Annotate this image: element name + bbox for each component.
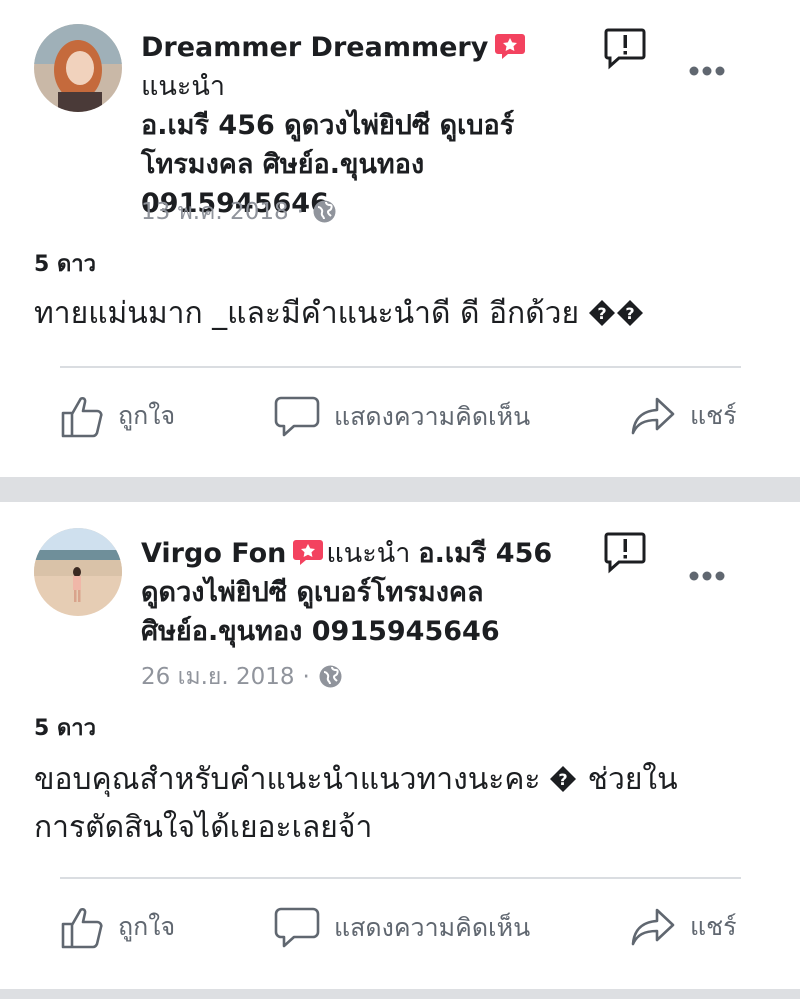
post-date[interactable]: 13 พ.ค. 2018 [141, 199, 289, 225]
post-header: Virgo Fon แนะนำ อ.เมรี 456 ดูดวงไพ่ยิปซี ด… [141, 534, 581, 651]
like-icon [61, 907, 103, 949]
divider [60, 877, 741, 879]
like-button[interactable]: ถูกใจ [60, 904, 175, 950]
comment-label: แสดงความคิดเห็น [334, 913, 531, 942]
review-line-1: ทายแม่นมาก _และมีคำแนะนำดี ดี อีกด้วย [34, 296, 580, 331]
review-post-1: Dreammer Dreammery แนะนำ อ.เมรี 456 ดูดวง… [0, 0, 800, 477]
comment-icon [274, 907, 320, 948]
share-icon [631, 908, 675, 946]
recommend-label: แนะนำ [141, 71, 225, 102]
share-button[interactable]: แชร์ [630, 906, 737, 948]
rating: 5 ดาว [34, 252, 96, 277]
question-mark-icon: ? [550, 759, 577, 792]
comment-button[interactable]: แสดงความคิดเห็น [274, 906, 530, 950]
post-header: Dreammer Dreammery แนะนำ อ.เมรี 456 ดูดวง… [141, 28, 571, 223]
rating: 5 ดาว [34, 716, 96, 741]
post-meta: 26 เม.ย. 2018 · [141, 662, 343, 692]
review-line-1-tail: ช่วยใน [587, 762, 678, 797]
page-name-line-2[interactable]: ศิษย์อ.ขุนทอง 0915945646 [141, 616, 500, 647]
report-icon[interactable] [603, 26, 647, 70]
review-line-1: ขอบคุณสำหรับคำแนะนำแนวทางนะคะ [34, 762, 541, 797]
share-icon [631, 397, 675, 435]
question-mark-icon: ? [588, 293, 615, 326]
page-name-line-1[interactable]: อ.เมรี 456 ดูดวงไพ่ยิปซี ดูเบอร์ [141, 110, 514, 141]
review-line-2: การตัดสินใจได้เยอะเลยจ้า [34, 810, 373, 845]
page-name-line-1[interactable]: ดูดวงไพ่ยิปซี ดูเบอร์โทรมงคล [141, 577, 483, 608]
author-name[interactable]: Dreammer Dreammery [141, 32, 488, 63]
comment-button[interactable]: แสดงความคิดเห็น [274, 395, 530, 439]
question-mark-icon: ? [616, 293, 643, 326]
comment-icon [274, 396, 320, 437]
post-meta: 13 พ.ค. 2018 · [141, 197, 337, 227]
review-text: ขอบคุณสำหรับคำแนะนำแนวทางนะคะ ? ช่วยใน ก… [34, 756, 764, 852]
review-post-2: Virgo Fon แนะนำ อ.เมรี 456 ดูดวงไพ่ยิปซี ด… [0, 502, 800, 989]
globe-icon [312, 199, 337, 224]
more-icon[interactable] [688, 62, 726, 76]
like-icon [61, 396, 103, 438]
avatar[interactable] [34, 528, 122, 616]
post-separator [0, 477, 800, 502]
report-icon[interactable] [603, 530, 647, 574]
meta-separator: · [302, 664, 310, 690]
like-label: ถูกใจ [118, 912, 176, 941]
more-icon[interactable] [688, 567, 726, 581]
globe-icon [318, 664, 343, 689]
author-name[interactable]: Virgo Fon [141, 538, 286, 569]
recommend-label: แนะนำ [326, 538, 411, 569]
page-name-inline[interactable]: อ.เมรี 456 [418, 538, 552, 569]
recommend-badge-icon [292, 537, 324, 565]
share-label: แชร์ [690, 912, 737, 941]
share-button[interactable]: แชร์ [630, 395, 737, 437]
divider [60, 366, 741, 368]
svg-text:?: ? [625, 304, 634, 323]
svg-text:?: ? [558, 770, 567, 789]
comment-label: แสดงความคิดเห็น [334, 402, 531, 431]
page-name-line-2[interactable]: โทรมงคล ศิษย์อ.ขุนทอง [141, 149, 424, 180]
meta-separator: · [296, 199, 304, 225]
recommend-badge-icon [494, 31, 526, 59]
post-separator [0, 989, 800, 999]
like-label: ถูกใจ [118, 401, 176, 430]
svg-text:?: ? [597, 304, 606, 323]
like-button[interactable]: ถูกใจ [60, 393, 175, 439]
post-date[interactable]: 26 เม.ย. 2018 [141, 664, 295, 690]
share-label: แชร์ [690, 401, 737, 430]
review-text: ทายแม่นมาก _และมีคำแนะนำดี ดี อีกด้วย ?? [34, 290, 764, 338]
avatar[interactable] [34, 24, 122, 112]
